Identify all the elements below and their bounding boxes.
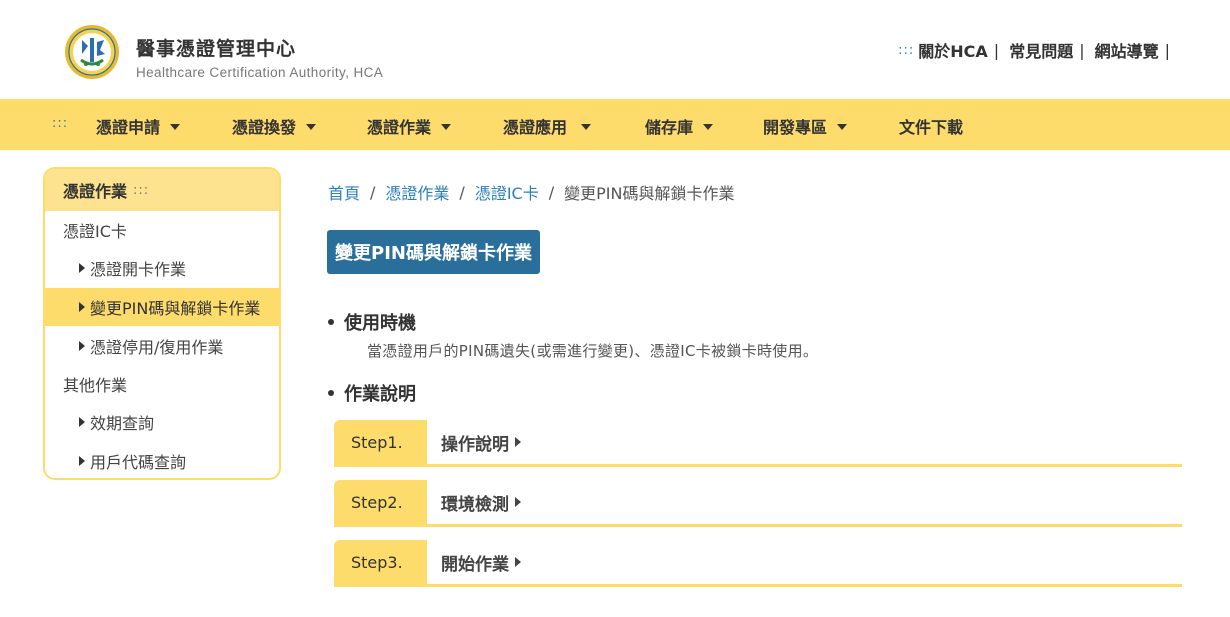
sidebar-group-other[interactable]: 其他作業: [45, 365, 279, 403]
top-links: ::: 關於HCA | 常見問題 | 網站導覽 |: [898, 38, 1170, 62]
breadcrumb-separator: /: [548, 182, 555, 202]
page-title: 變更PIN碼與解鎖卡作業: [327, 230, 540, 274]
site-title: 醫事憑證管理中心: [136, 38, 297, 60]
bullet-icon: [328, 319, 334, 325]
caret-down-icon: [170, 124, 181, 130]
sidebar-item-label: 用戶代碼查詢: [90, 453, 187, 473]
about-hca-link[interactable]: 關於HCA: [918, 38, 988, 62]
main-nav: ::: 憑證申請 憑證換發 憑證作業 憑證應用 儲存庫 開發專區 文件下載: [0, 99, 1230, 150]
link-separator: |: [1164, 40, 1170, 60]
nav-item-label: 儲存庫: [645, 118, 694, 137]
sidebar-item-label: 變更PIN碼與解鎖卡作業: [90, 299, 261, 319]
link-separator: |: [993, 40, 1000, 60]
step-text-label: 環境檢測: [441, 494, 509, 515]
caret-right-icon: [515, 557, 521, 567]
step-text-label: 操作說明: [441, 434, 509, 455]
step-3-start-operation[interactable]: Step3. 開始作業: [334, 540, 1182, 587]
caret-down-icon: [306, 124, 317, 130]
sidebar-group-ic-card[interactable]: 憑證IC卡: [45, 211, 279, 249]
section-usage-description: 當憑證用戶的PIN碼遺失(或需進行變更)、憑證IC卡被鎖卡時使用。: [367, 342, 819, 360]
nav-item-label: 憑證換發: [232, 118, 297, 137]
bullet-icon: [328, 390, 334, 396]
caret-right-icon: [79, 417, 85, 428]
step-label: Step2.: [334, 480, 427, 524]
nav-item-cert-ops[interactable]: 憑證作業: [367, 114, 452, 138]
nav-item-cert-apply[interactable]: 憑證申請: [96, 114, 181, 138]
caret-down-icon: [581, 124, 592, 130]
sidebar-item-change-pin[interactable]: 變更PIN碼與解鎖卡作業: [45, 287, 279, 327]
caret-right-icon: [79, 456, 85, 467]
caret-down-icon: [703, 124, 714, 130]
breadcrumb-separator: /: [459, 182, 465, 202]
nav-accesskey-dots[interactable]: :::: [52, 116, 68, 131]
sidebar-item-label: 憑證開卡作業: [90, 260, 187, 280]
breadcrumb-current: 變更PIN碼與解鎖卡作業: [564, 184, 735, 203]
sidebar-dots[interactable]: :::: [133, 183, 149, 198]
caret-right-icon: [79, 302, 85, 313]
nav-item-label: 憑證應用: [503, 118, 568, 137]
step-text: 操作說明: [427, 420, 521, 464]
step-text: 開始作業: [427, 540, 521, 584]
section-title-text: 作業說明: [344, 384, 416, 405]
breadcrumb: 首頁 / 憑證作業 / 憑證IC卡 / 變更PIN碼與解鎖卡作業: [328, 180, 734, 204]
step-text: 環境檢測: [427, 480, 521, 524]
sidebar-item-suspend-resume[interactable]: 憑證停用/復用作業: [45, 326, 279, 365]
breadcrumb-separator: /: [370, 182, 376, 202]
section-instructions-title: 作業說明: [328, 380, 416, 406]
nav-item-label: 憑證作業: [367, 118, 432, 137]
section-usage-title: 使用時機: [328, 309, 416, 335]
hca-logo-icon[interactable]: [64, 24, 120, 80]
sitemap-link[interactable]: 網站導覽: [1095, 38, 1159, 62]
sidebar-item-label: 憑證停用/復用作業: [90, 337, 224, 357]
section-title-text: 使用時機: [344, 313, 416, 334]
breadcrumb-cert-ops[interactable]: 憑證作業: [385, 180, 449, 204]
nav-item-developer[interactable]: 開發專區: [763, 114, 848, 138]
caret-right-icon: [515, 497, 521, 507]
nav-item-cert-apps[interactable]: 憑證應用: [503, 114, 592, 138]
nav-item-cert-renew[interactable]: 憑證換發: [232, 114, 317, 138]
caret-right-icon: [79, 340, 85, 351]
breadcrumb-home[interactable]: 首頁: [328, 180, 360, 204]
accesskey-dots[interactable]: :::: [898, 43, 914, 58]
caret-down-icon: [837, 124, 848, 130]
nav-item-repository[interactable]: 儲存庫: [645, 114, 714, 138]
link-separator: |: [1079, 40, 1085, 60]
sidebar-item-validity-query[interactable]: 效期查詢: [45, 403, 279, 442]
caret-down-icon: [441, 124, 452, 130]
breadcrumb-ic-card[interactable]: 憑證IC卡: [475, 180, 539, 204]
nav-item-label: 開發專區: [763, 118, 828, 137]
sidebar-item-card-activation[interactable]: 憑證開卡作業: [45, 249, 279, 288]
step-label: Step3.: [334, 540, 427, 584]
caret-right-icon: [79, 263, 85, 274]
site-subtitle: Healthcare Certification Authority, HCA: [136, 65, 384, 80]
step-text-label: 開始作業: [441, 554, 509, 575]
nav-item-downloads[interactable]: 文件下載: [899, 114, 963, 138]
faq-link[interactable]: 常見問題: [1009, 38, 1073, 62]
sidebar-item-user-code-query[interactable]: 用戶代碼查詢: [45, 442, 279, 478]
sidebar-header: 憑證作業 :::: [45, 169, 279, 211]
nav-item-label: 憑證申請: [96, 118, 161, 137]
step-1-operation-guide[interactable]: Step1. 操作說明: [334, 420, 1182, 467]
sidebar-item-label: 效期查詢: [90, 414, 155, 434]
caret-right-icon: [515, 437, 521, 447]
step-2-environment-check[interactable]: Step2. 環境檢測: [334, 480, 1182, 527]
nav-item-label: 文件下載: [899, 118, 964, 137]
step-label: Step1.: [334, 420, 427, 464]
site-header: 醫事憑證管理中心 Healthcare Certification Author…: [0, 0, 1230, 100]
sidebar: 憑證作業 ::: 憑證IC卡 憑證開卡作業 變更PIN碼與解鎖卡作業 憑證停用/…: [43, 167, 281, 480]
sidebar-title: 憑證作業: [63, 182, 128, 201]
